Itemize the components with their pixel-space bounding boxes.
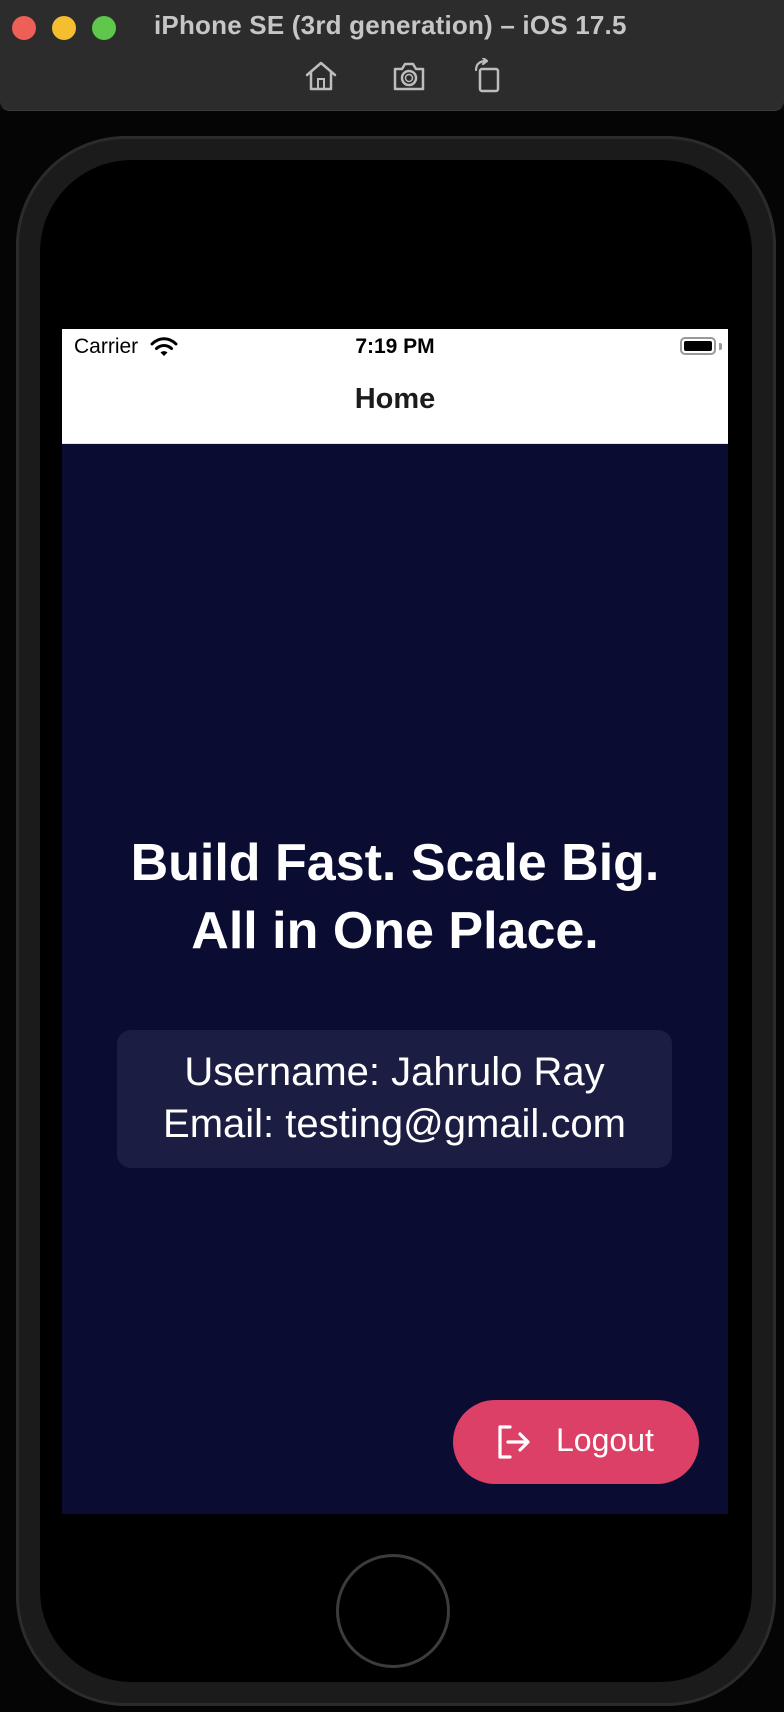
status-time: 7:19 PM bbox=[355, 335, 435, 358]
screenshot-icon[interactable] bbox=[390, 58, 428, 94]
email-text: Email: testing@gmail.com bbox=[163, 1102, 626, 1146]
headline: Build Fast. Scale Big. All in One Place. bbox=[62, 829, 728, 965]
minimize-window-button[interactable] bbox=[52, 16, 76, 40]
home-icon[interactable] bbox=[302, 58, 340, 94]
user-info-card: Username: Jahrulo Ray Email: testing@gma… bbox=[117, 1030, 672, 1168]
username-text: Username: Jahrulo Ray bbox=[184, 1050, 605, 1094]
app-screen: Carrier 7:19 PM Home Build Fast. Scale B… bbox=[62, 329, 728, 1514]
page-title: Home bbox=[354, 383, 436, 415]
navigation-bar: Home bbox=[62, 365, 728, 444]
device-home-button[interactable] bbox=[336, 1554, 450, 1668]
logout-button[interactable]: Logout bbox=[453, 1400, 699, 1484]
zoom-window-button[interactable] bbox=[92, 16, 116, 40]
logout-label: Logout bbox=[556, 1422, 654, 1458]
rotate-icon[interactable] bbox=[470, 56, 508, 94]
battery-icon bbox=[680, 337, 716, 355]
simulator-title-bar: iPhone SE (3rd generation) – iOS 17.5 bbox=[0, 0, 784, 111]
headline-line-2: All in One Place. bbox=[191, 902, 599, 960]
headline-line-1: Build Fast. Scale Big. bbox=[130, 834, 660, 892]
status-bar: Carrier 7:19 PM bbox=[62, 329, 728, 365]
window-title: iPhone SE (3rd generation) – iOS 17.5 bbox=[154, 10, 627, 40]
battery-nub bbox=[719, 343, 722, 350]
close-window-button[interactable] bbox=[12, 16, 36, 40]
logout-icon bbox=[493, 1422, 533, 1467]
